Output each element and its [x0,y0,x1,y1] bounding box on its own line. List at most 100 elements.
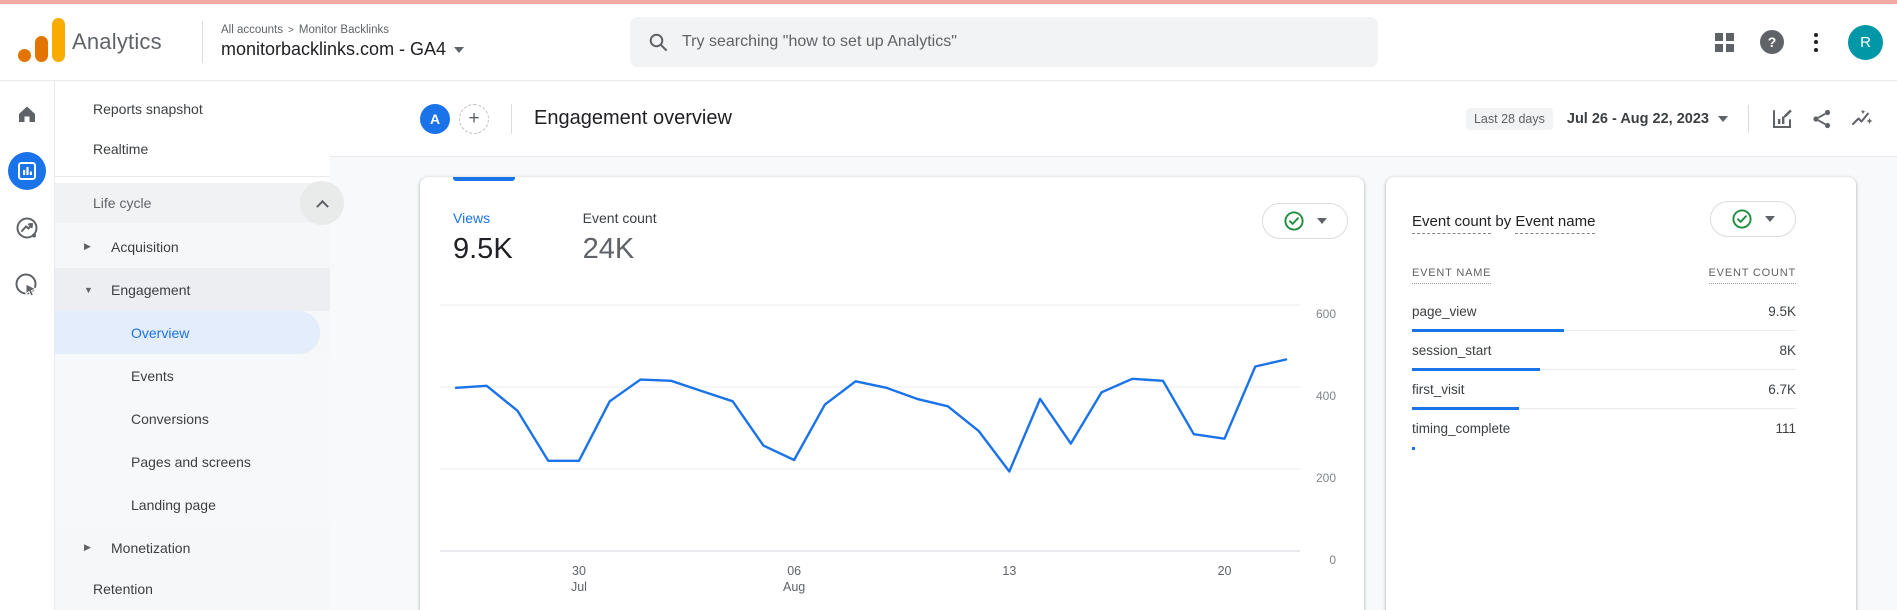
advertising-icon[interactable] [8,266,46,304]
event-row[interactable]: timing_complete 111 [1412,409,1796,448]
explore-icon[interactable] [8,209,46,247]
card-title: Event count by Event name [1412,201,1595,230]
life-cycle-header: Life cycle [55,183,330,223]
sidebar-item-pages-and-screens[interactable]: Pages and screens [55,440,330,483]
chevron-right-icon: ▶ [84,542,91,553]
account-switcher[interactable]: All accounts > Monitor Backlinks monitor… [203,24,464,60]
sidebar-item-label: Retention [93,581,153,597]
search-input[interactable] [682,33,1282,51]
sidebar-item-label: Landing page [131,497,216,513]
events-table-card: Event count by Event name EVENT NAME EVE… [1386,177,1856,610]
x-axis-tick-label: Jul [571,580,587,594]
sidebar-item-reports-snapshot[interactable]: Reports snapshot [55,89,330,129]
metric-value: 24K [583,233,657,266]
search-bar[interactable] [630,17,1378,67]
add-comparison-button[interactable]: + [459,104,489,134]
column-header-event-name[interactable]: EVENT NAME [1412,267,1491,284]
analytics-logo-icon [14,16,66,68]
home-icon[interactable] [8,95,46,133]
sidebar-item-acquisition[interactable]: ▶ Acquisition [55,225,330,268]
events-table: EVENT NAME EVENT COUNT page_view9.5Ksess… [1412,267,1830,448]
life-cycle-section: Life cycle ▶ Acquisition ▼ Engagement Ov… [55,183,330,610]
sidebar-item-label: Conversions [131,411,209,427]
date-caret-icon [1718,116,1728,122]
sidebar-item-conversions[interactable]: Conversions [55,397,330,440]
views-chart-card: Views 9.5K Event count 24K 600400200030J… [420,177,1364,610]
sidebar-item-overview[interactable]: Overview [55,311,320,354]
collapse-section-button[interactable] [300,181,344,225]
sidebar-item-landing-page[interactable]: Landing page [55,483,330,526]
kebab-menu-icon[interactable] [1810,29,1822,56]
x-axis-tick-label: 13 [1002,564,1016,578]
sidebar-divider [55,176,330,177]
breadcrumb-current[interactable]: Monitor Backlinks [299,24,389,36]
event-row[interactable]: first_visit 6.7K [1412,370,1796,409]
reports-icon[interactable] [8,152,46,190]
topbar: Analytics All accounts > Monitor Backlin… [0,4,1897,80]
event-count: 6.7K [1768,382,1796,397]
analytics-logo[interactable]: Analytics [0,16,198,68]
y-axis-tick-label: 600 [1316,307,1336,321]
metric-views[interactable]: Views 9.5K [453,210,513,266]
metric-event-count[interactable]: Event count 24K [583,210,657,266]
main-content: A + Engagement overview Last 28 days Jul… [330,81,1897,610]
check-circle-icon [1283,210,1305,232]
sidebar-item-engagement[interactable]: ▼ Engagement [55,268,330,311]
chevron-up-icon [316,199,329,212]
event-count: 9.5K [1768,304,1796,319]
property-name[interactable]: monitorbacklinks.com - GA4 [221,39,446,60]
date-range-picker[interactable]: Jul 26 - Aug 22, 2023 [1567,111,1728,127]
event-row[interactable]: page_view9.5K [1412,292,1796,331]
views-line-chart[interactable]: 600400200030Jul06Aug1320 [440,295,1352,610]
sidebar-item-label: Monetization [55,540,190,556]
card-title-metric[interactable]: Event count [1412,213,1491,234]
page-title: Engagement overview [534,107,732,130]
sidebar-item-label: Acquisition [55,239,179,255]
chevron-right-icon: ▶ [84,241,91,252]
life-cycle-label: Life cycle [93,195,151,211]
data-quality-dropdown[interactable] [1710,201,1796,237]
avatar[interactable]: R [1848,25,1883,60]
caret-down-icon [1317,218,1327,224]
share-icon[interactable] [1809,106,1835,132]
metric-value: 9.5K [453,233,513,266]
comparison-chip[interactable]: A [420,104,450,134]
header-divider [1748,105,1749,133]
y-axis-tick-label: 400 [1316,389,1336,403]
data-quality-dropdown[interactable] [1262,203,1348,239]
date-preset-label: Last 28 days [1466,108,1553,130]
views-series-line [456,360,1286,472]
search-icon [648,32,668,52]
breadcrumb: All accounts > Monitor Backlinks [221,24,464,36]
sidebar-item-label: Reports snapshot [93,101,203,117]
event-name: timing_complete [1412,421,1510,436]
sidebar-item-events[interactable]: Events [55,354,330,397]
insights-icon[interactable] [1849,106,1875,132]
help-icon[interactable]: ? [1760,30,1784,54]
apps-grid-icon[interactable] [1715,33,1734,52]
event-row[interactable]: session_start 8K [1412,331,1796,370]
sidebar-item-label: Engagement [55,282,190,298]
caret-down-icon [1765,216,1775,222]
edit-comparison-icon[interactable] [1769,106,1795,132]
breadcrumb-root[interactable]: All accounts [221,24,283,36]
event-count: 111 [1775,421,1796,436]
report-header: A + Engagement overview Last 28 days Jul… [330,81,1897,157]
card-title-dimension[interactable]: Event name [1515,213,1595,234]
sidebar-item-monetization[interactable]: ▶ Monetization [55,526,330,569]
chevron-down-icon: ▼ [84,285,93,295]
event-count: 8K [1779,343,1796,358]
x-axis-tick-label: 06 [787,564,801,578]
sidebar-item-label: Pages and screens [131,454,251,470]
event-name: session_start [1412,343,1492,358]
event-name: first_visit [1412,382,1465,397]
report-canvas: Views 9.5K Event count 24K 600400200030J… [330,157,1897,610]
header-divider [511,104,512,134]
sidebar-item-label: Overview [131,325,189,341]
metric-label: Views [453,210,513,226]
sidebar-item-retention[interactable]: Retention [55,569,330,609]
sidebar-item-realtime[interactable]: Realtime [55,129,330,169]
x-axis-tick-label: Aug [783,580,805,594]
column-header-event-count[interactable]: EVENT COUNT [1709,267,1796,284]
y-axis-tick-label: 200 [1316,471,1336,485]
